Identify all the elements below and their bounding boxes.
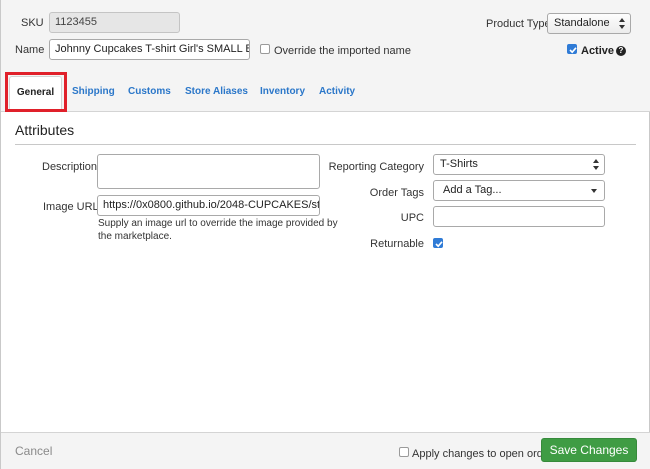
check-icon <box>435 241 443 248</box>
order-tags-placeholder: Add a Tag... <box>443 184 502 196</box>
order-tags-label: Order Tags <box>369 187 424 199</box>
image-url-help-line2: the marketplace. <box>98 231 172 242</box>
sku-field: 1123455 <box>49 12 180 33</box>
product-type-label: Product Type <box>486 18 551 30</box>
product-type-value: Standalone <box>554 17 610 29</box>
apply-open-orders-label: Apply changes to open orders <box>412 448 559 460</box>
caret-down-icon <box>591 189 597 193</box>
tab-shipping[interactable]: Shipping <box>72 86 115 97</box>
reporting-category-value: T-Shirts <box>440 158 478 170</box>
active-checkbox[interactable] <box>567 44 577 54</box>
description-label: Description <box>42 161 98 173</box>
cancel-button[interactable]: Cancel <box>15 444 52 458</box>
tab-store-aliases[interactable]: Store Aliases <box>185 86 248 97</box>
returnable-checkbox[interactable] <box>433 238 443 248</box>
select-arrows-icon <box>619 17 625 30</box>
name-label: Name <box>15 44 45 56</box>
order-tags-input[interactable]: Add a Tag... <box>433 180 605 201</box>
sku-label: SKU <box>21 17 44 29</box>
upc-field[interactable] <box>433 206 605 227</box>
upc-label: UPC <box>400 212 424 224</box>
tab-highlight-box <box>5 72 67 112</box>
reporting-category-label: Reporting Category <box>328 161 424 173</box>
active-label: Active <box>581 45 615 57</box>
select-arrows-icon <box>593 158 599 171</box>
check-icon <box>569 47 577 54</box>
override-name-label: Override the imported name <box>274 45 411 57</box>
product-type-select[interactable]: Standalone <box>547 13 631 34</box>
save-changes-button[interactable]: Save Changes <box>541 438 637 462</box>
image-url-field[interactable]: https://0x0800.github.io/2048-CUPCAKES/s… <box>97 195 320 216</box>
returnable-label: Returnable <box>370 238 424 250</box>
apply-open-orders-checkbox[interactable] <box>399 447 409 457</box>
override-name-checkbox[interactable] <box>260 44 270 54</box>
help-icon[interactable]: ? <box>616 46 626 56</box>
reporting-category-select[interactable]: T-Shirts <box>433 154 605 175</box>
description-field[interactable] <box>97 154 320 189</box>
product-dialog: SKU 1123455 Name Johnny Cupcakes T-shirt… <box>0 0 650 469</box>
image-url-help-line1: Supply an image url to override the imag… <box>98 218 338 229</box>
name-field[interactable]: Johnny Cupcakes T-shirt Girl's SMALL Bak… <box>49 39 250 60</box>
tab-inventory[interactable]: Inventory <box>260 86 305 97</box>
tab-activity[interactable]: Activity <box>319 86 355 97</box>
attributes-heading: Attributes <box>15 122 75 138</box>
section-divider <box>15 144 636 145</box>
image-url-label: Image URL <box>43 201 99 213</box>
tab-customs[interactable]: Customs <box>128 86 171 97</box>
